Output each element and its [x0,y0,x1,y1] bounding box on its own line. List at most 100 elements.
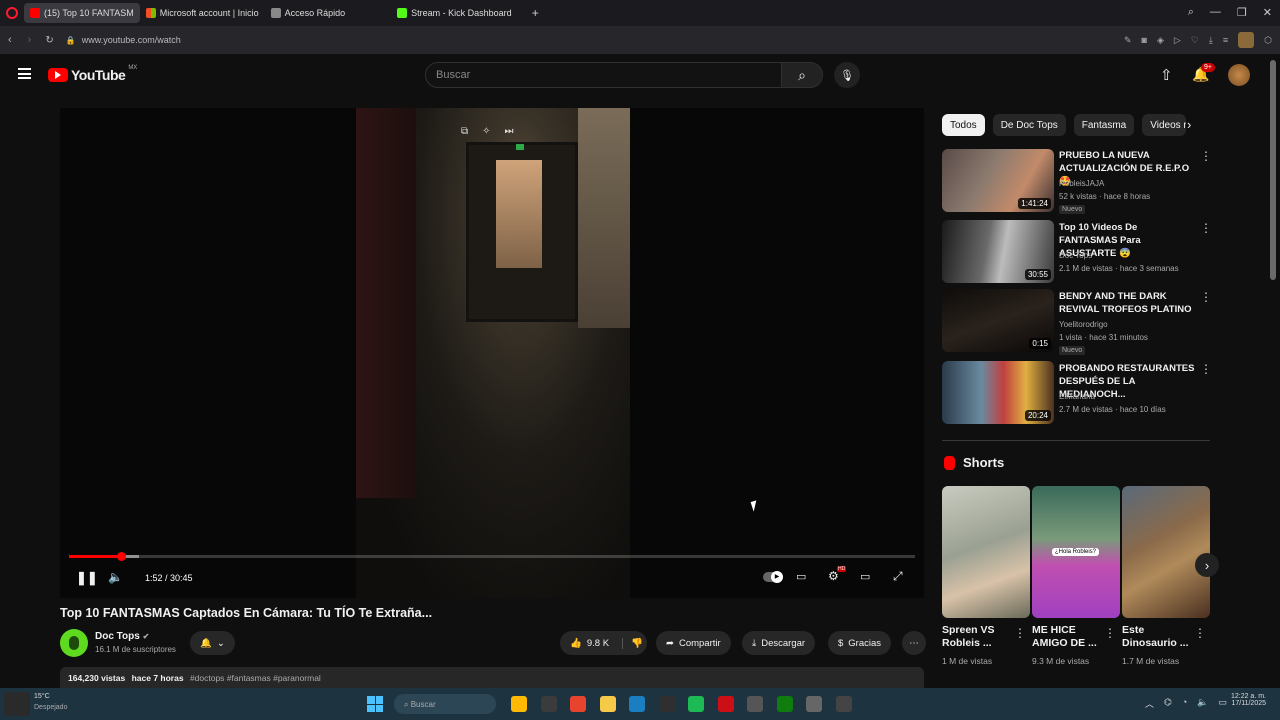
url-field[interactable]: www.youtube.com/watch [82,35,181,45]
subscribe-bell-button[interactable]: 🔔 ⌄ [190,631,235,655]
more-vert-icon[interactable]: ⋮ [1104,626,1116,640]
channel-name[interactable]: Doc Tops [1059,249,1092,262]
short-thumbnail[interactable]: ¿Hola Robleis? [1032,486,1120,618]
thanks-button[interactable]: $ Gracias [828,631,892,655]
taskbar-app-icon[interactable] [717,696,734,712]
more-vert-icon[interactable]: ⋮ [1200,290,1212,304]
tab-youtube[interactable]: (15) Top 10 FANTASM [24,3,140,23]
profile-avatar[interactable] [1238,32,1255,48]
taskbar-search[interactable]: ⌕ Buscar [394,694,496,714]
weather-widget-icon[interactable] [4,692,30,716]
reload-icon[interactable]: ↻ [45,35,53,46]
download-icon[interactable]: ⤓ [1209,35,1213,46]
chip-de-doc-tops[interactable]: De Doc Tops [992,114,1066,136]
taskbar-app-icon[interactable] [629,696,645,712]
sparkle-icon[interactable]: ✧ [482,126,490,137]
search-input[interactable]: Buscar [425,62,782,88]
close-window-icon[interactable]: ✕ [1263,6,1272,19]
maximize-icon[interactable]: ❐ [1237,6,1247,19]
more-vert-icon[interactable]: ⋮ [1200,362,1212,376]
play-icon[interactable]: ▷ [1174,35,1181,46]
fullscreen-icon[interactable]: ⤢ [893,569,903,584]
taskbar-app-icon[interactable] [806,696,822,712]
taskbar-app-icon[interactable] [540,696,557,712]
video-thumbnail[interactable]: 0:15 [942,289,1054,352]
tab-kick[interactable]: Stream - Kick Dashboard [391,3,518,23]
page-scrollbar[interactable] [1270,60,1276,280]
video-title[interactable]: BENDY AND THE DARK REVIVAL TROFEOS PLATI… [1059,290,1195,316]
more-vert-icon[interactable]: ⋮ [1194,626,1206,640]
autoplay-toggle[interactable]: ▶ [763,571,783,583]
taskbar-app-icon[interactable] [599,696,616,712]
new-tab-button[interactable]: + [532,6,539,20]
subtitles-icon[interactable]: ▭ [796,570,806,583]
account-avatar[interactable] [1228,64,1250,86]
share-button[interactable]: ➦ Compartir [656,631,731,655]
scrubber-handle[interactable] [116,552,126,561]
pause-icon[interactable]: ❚❚ [76,570,98,586]
shorts-next-button[interactable]: › [1195,553,1219,577]
hashtags[interactable]: #doctops #fantasmas #paranormal [190,673,321,683]
channel-name[interactable]: RobleisJAJA [1059,177,1104,190]
extensions-icon[interactable]: ⬡ [1264,35,1272,46]
theater-mode-icon[interactable]: ▭ [860,570,870,583]
miniplayer-icon[interactable]: ⧉ [461,126,468,137]
chip-fantasma[interactable]: Fantasma [1073,114,1135,136]
taskbar-app-icon[interactable] [776,696,793,712]
youtube-logo[interactable]: YouTube MX [48,65,137,83]
volume-icon[interactable]: 🔈 [108,570,123,584]
more-actions-button[interactable]: ⋯ [902,631,926,655]
minimize-icon[interactable]: — [1210,6,1221,19]
menu-icon[interactable]: ≡ [1223,35,1228,45]
opera-logo-icon[interactable] [6,7,18,19]
taskbar-app-icon[interactable] [688,696,704,712]
voice-search-button[interactable]: 🎙 [834,62,860,88]
video-thumbnail[interactable]: 20:24 [942,361,1054,424]
progress-bar[interactable] [69,552,915,561]
windows-start-icon[interactable] [367,696,383,712]
short-title[interactable]: ME HICE AMIGO DE ... [1032,624,1102,650]
short-thumbnail[interactable] [1122,486,1210,618]
back-icon[interactable]: ‹ [8,34,12,46]
chip-todos[interactable]: Todos [942,114,985,136]
chevron-up-icon[interactable]: ︿ [1145,697,1154,710]
wifi-icon[interactable]: ◔ [1182,697,1187,710]
short-thumbnail[interactable] [942,486,1030,618]
edit-icon[interactable]: ✎ [1124,35,1132,46]
channel-name[interactable]: Doc Tops [95,631,140,642]
short-title[interactable]: Spreen VS Robleis ... [942,624,1012,650]
chip-videos-relacionados[interactable]: Videos re [1142,114,1187,136]
hamburger-menu-icon[interactable] [18,68,31,79]
taskbar-app-icon[interactable] [570,696,586,712]
channel-avatar[interactable] [60,629,88,657]
network-icon[interactable]: ⌬ [1164,697,1172,710]
video-player[interactable]: ⧉ ✧ ⏭ ❚❚ 🔈 1:52 / 30:45 ▶ ▭ ⚙ HD ▭ ⤢ [60,108,924,598]
like-button[interactable]: 👍 9.8 K 👎 [560,631,647,655]
taskbar-clock[interactable]: 12:22 a. m. 17/11/2025 [1224,693,1266,707]
notifications-button[interactable]: 🔔 9+ [1192,63,1215,84]
upload-icon[interactable]: ⇧ [1160,66,1173,84]
shield-icon[interactable]: ◈ [1157,35,1164,46]
speaker-icon[interactable]: 🔈 [1197,697,1208,710]
short-title[interactable]: Este Dinosaurio ... [1122,624,1192,650]
video-thumbnail[interactable]: 30:55 [942,220,1054,283]
channel-name[interactable]: Yoelitorodrigo [1059,318,1108,331]
more-vert-icon[interactable]: ⋮ [1014,626,1026,640]
forward-icon[interactable]: › [28,34,32,46]
taskbar-app-icon[interactable] [658,696,675,712]
heart-icon[interactable]: ♡ [1191,35,1199,46]
download-button[interactable]: ⤓ Descargar [742,631,816,655]
tab-microsoft[interactable]: Microsoft account | Inicio [140,3,265,23]
taskbar-app-icon[interactable] [835,696,852,712]
taskbar-app-icon[interactable] [511,696,527,712]
camera-icon[interactable]: ◙ [1142,35,1147,45]
dislike-button[interactable]: 👎 [622,637,643,649]
channel-name[interactable]: ElMariana [1059,390,1095,403]
video-thumbnail[interactable]: 1:41:24 [942,149,1054,212]
channel-name-row[interactable]: Doc Tops ✔ [95,631,149,642]
tab-acceso-rapido[interactable]: Acceso Rápido [265,3,352,23]
description-box[interactable]: 164,230 vistas hace 7 horas #doctops #fa… [60,667,924,688]
taskbar-app-icon[interactable] [747,696,763,712]
chevron-right-icon[interactable]: › [1187,117,1191,132]
search-tabs-icon[interactable]: ⌕ [1188,6,1194,19]
